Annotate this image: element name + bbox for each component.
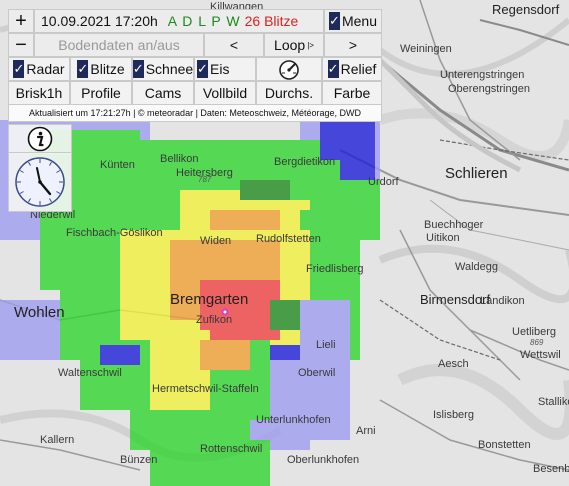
- place-label: Rudolfstetten: [256, 233, 321, 245]
- place-label: Oberwil: [298, 367, 335, 379]
- color-button[interactable]: Farbe: [322, 81, 382, 105]
- brisk-button[interactable]: Brisk1h: [8, 81, 70, 105]
- transparency-button[interactable]: Durchs.: [256, 81, 322, 105]
- place-label: Wohlen: [14, 304, 65, 321]
- place-label: Schlieren: [445, 165, 508, 182]
- gauge-button[interactable]: [256, 57, 322, 81]
- place-label: Bünzen: [120, 454, 157, 466]
- place-label: Oberengstringen: [448, 83, 530, 95]
- place-label: Waltenschwil: [58, 367, 122, 379]
- ice-check-icon: ✓: [197, 60, 208, 78]
- datetime-display[interactable]: 10.09.2021 17:20h A D L P W 26 Blitze: [34, 9, 324, 33]
- play-icon: |>: [307, 40, 314, 50]
- place-label: Wettswil: [520, 349, 561, 361]
- place-label: Bellikon: [160, 153, 199, 165]
- place-label: Fischbach-Göslikon: [66, 227, 163, 239]
- info-icon: [27, 126, 53, 152]
- layer-lightning-label: Blitze: [90, 61, 125, 77]
- ground-data-toggle[interactable]: Bodendaten an/aus: [34, 33, 204, 57]
- place-label: Unterlunkhofen: [256, 414, 331, 426]
- place-label: Unterengstringen: [440, 69, 524, 81]
- gauge-icon: [279, 60, 299, 80]
- place-label: Aesch: [438, 358, 469, 370]
- zoom-out-button[interactable]: −: [8, 33, 34, 57]
- place-label: Künten: [100, 159, 135, 171]
- place-label: Bonstetten: [478, 439, 531, 451]
- place-label: Widen: [200, 235, 231, 247]
- lightning-source-a[interactable]: A: [168, 13, 182, 29]
- place-label: Bremgarten: [170, 291, 248, 308]
- lightning-check-icon: ✓: [77, 60, 89, 78]
- layer-ice-toggle[interactable]: ✓ Eis: [194, 57, 256, 81]
- menu-check-icon: ✓: [328, 12, 340, 30]
- place-label: Arni: [356, 425, 376, 437]
- altitude-label: 787: [198, 175, 212, 184]
- layer-ice-label: Eis: [210, 61, 230, 77]
- radar-cell-light-blue: [300, 300, 350, 360]
- profile-button[interactable]: Profile: [70, 81, 132, 105]
- place-label: Bergdietikon: [274, 156, 335, 168]
- zoom-in-button[interactable]: +: [8, 9, 34, 33]
- clock-widget[interactable]: [8, 152, 72, 212]
- layer-relief-label: Relief: [340, 61, 377, 77]
- place-label: Lieli: [316, 339, 336, 351]
- lightning-sources[interactable]: A D L P W: [168, 13, 241, 29]
- cams-button[interactable]: Cams: [132, 81, 194, 105]
- layer-radar-toggle[interactable]: ✓ Radar: [8, 57, 70, 81]
- toolbar-row-nav: − Bodendaten an/aus < Loop |> >: [8, 33, 382, 57]
- place-label: Buechhoger: [424, 219, 484, 231]
- place-label: Landikon: [480, 295, 525, 307]
- toolbar-row-time: + 10.09.2021 17:20h A D L P W 26 Blitze …: [8, 9, 382, 33]
- relief-check-icon: ✓: [327, 60, 339, 78]
- lightning-count: 26 Blitze: [244, 13, 299, 29]
- menu-label: Menu: [341, 13, 378, 29]
- lightning-source-p[interactable]: P: [211, 13, 226, 29]
- radar-check-icon: ✓: [13, 60, 25, 78]
- layer-snow-label: Schnee: [145, 61, 194, 77]
- loop-button[interactable]: Loop |>: [264, 33, 324, 57]
- place-label: Zufikon: [196, 314, 232, 326]
- place-label: Weiningen: [400, 43, 452, 55]
- place-label: Urdorf: [368, 176, 400, 188]
- next-frame-button[interactable]: >: [324, 33, 382, 57]
- place-label: Islisberg: [433, 409, 474, 421]
- layer-relief-toggle[interactable]: ✓ Relief: [322, 57, 382, 81]
- lightning-source-d[interactable]: D: [182, 13, 198, 29]
- status-bar: Aktualisiert um 17:21:27h | © meteoradar…: [8, 105, 382, 122]
- lightning-source-l[interactable]: L: [198, 13, 211, 29]
- radar-cell-red: [200, 280, 280, 340]
- datetime-text: 10.09.2021 17:20h: [41, 13, 158, 29]
- control-panel: + 10.09.2021 17:20h A D L P W 26 Blitze …: [8, 9, 382, 122]
- place-label: Hermetschwil-Staffeln: [152, 383, 259, 395]
- clock-icon: [15, 157, 65, 207]
- altitude-label: 869: [530, 338, 544, 347]
- loop-label: Loop: [274, 37, 306, 53]
- layer-radar-label: Radar: [26, 61, 65, 77]
- place-label: Besenbüren: [533, 463, 569, 475]
- place-label: Kallern: [40, 434, 74, 446]
- radar-cell-blue: [100, 345, 140, 365]
- place-label: Uitikon: [426, 232, 460, 244]
- lightning-source-w[interactable]: W: [226, 13, 240, 29]
- place-label: Waldegg: [455, 261, 498, 273]
- radar-cell-orange: [200, 340, 250, 370]
- prev-frame-button[interactable]: <: [204, 33, 264, 57]
- fullscreen-button[interactable]: Vollbild: [194, 81, 256, 105]
- place-label: Uetliberg: [512, 326, 556, 338]
- place-label: Regensdorf: [492, 2, 560, 17]
- place-label: Friedlisberg: [306, 263, 363, 275]
- place-label: Rottenschwil: [200, 443, 262, 455]
- snow-check-icon: ✓: [132, 60, 144, 78]
- toolbar-row-actions: Brisk1h Profile Cams Vollbild Durchs. Fa…: [8, 81, 382, 105]
- toolbar-row-layers: ✓ Radar ✓ Blitze ✓ Schnee ✓ Eis ✓ Relief: [8, 57, 382, 81]
- info-button[interactable]: [8, 124, 72, 154]
- layer-lightning-toggle[interactable]: ✓ Blitze: [70, 57, 132, 81]
- place-label: Oberlunkhofen: [287, 454, 359, 466]
- layer-snow-toggle[interactable]: ✓ Schnee: [132, 57, 194, 81]
- place-label: Stallikon: [538, 396, 569, 408]
- menu-button[interactable]: ✓ Menu: [324, 9, 382, 33]
